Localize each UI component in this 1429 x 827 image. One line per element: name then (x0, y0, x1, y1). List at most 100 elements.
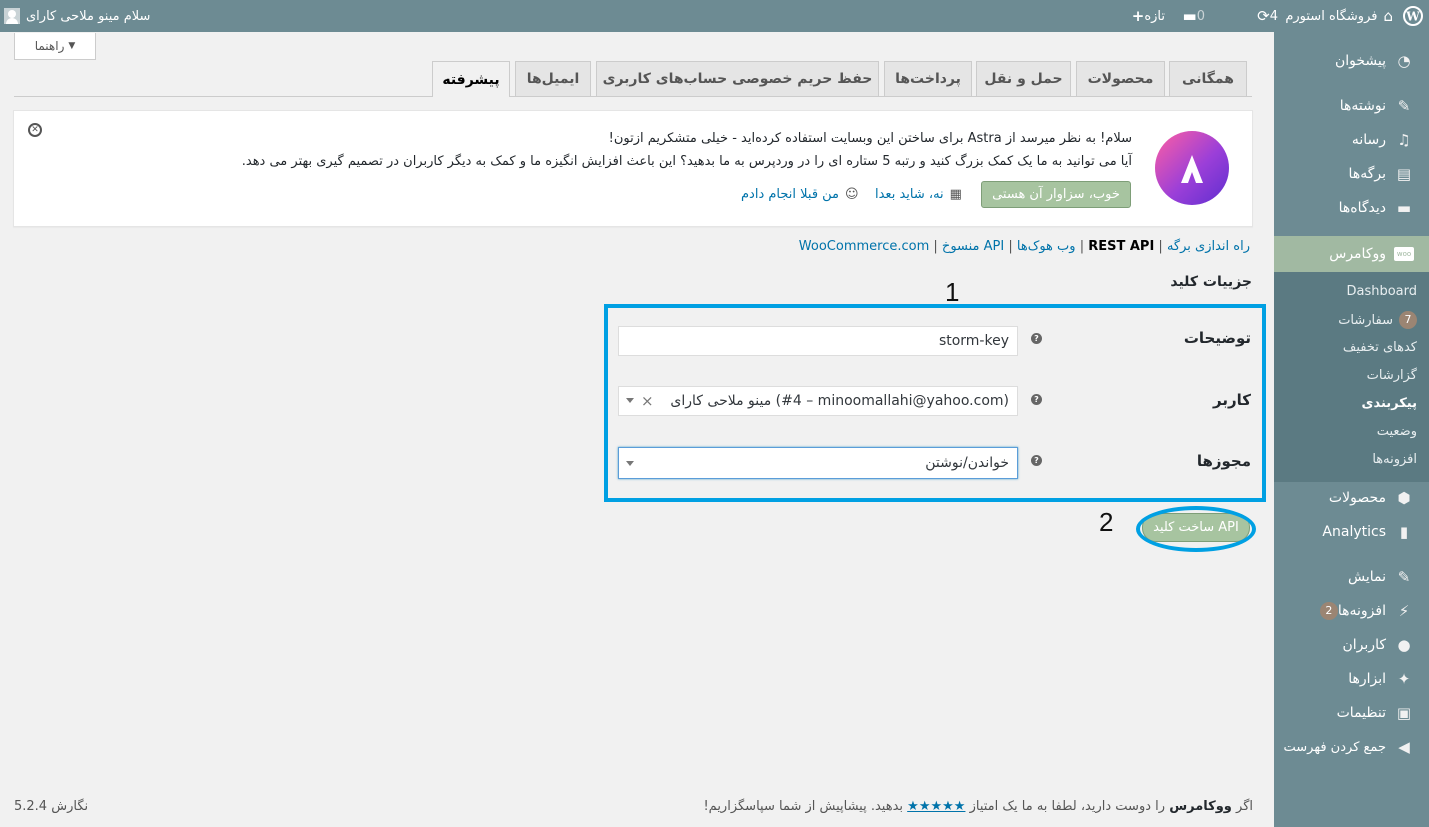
sidebar-item-comments[interactable]: دیدگاه‌ها ▬ (1274, 191, 1429, 225)
submenu-item-settings[interactable]: پیکربندی (1362, 396, 1417, 411)
comments-icon: ▬ (1396, 199, 1412, 217)
sidebar-item-woocommerce[interactable]: ووکامرس woo (1274, 236, 1429, 272)
clear-icon[interactable]: × (641, 392, 654, 410)
submenu-item-dashboard[interactable]: Dashboard (1346, 284, 1417, 299)
subnav-webhooks[interactable]: وب هوک‌ها (1017, 239, 1076, 254)
bar-chart-icon: ▮ (1399, 523, 1409, 541)
help-tip-icon[interactable]: ? (1031, 394, 1042, 405)
dashboard-icon: ◔ (1397, 52, 1411, 70)
permissions-label: مجوزها (1196, 452, 1251, 470)
site-name-link[interactable]: فروشگاه استورم ⌂ (1285, 0, 1393, 32)
footer-brand: ووکامرس (1169, 799, 1232, 814)
sidebar-item-appearance[interactable]: نمایش ✎ (1274, 560, 1429, 594)
help-tab-button[interactable]: راهنما ▼ (14, 33, 96, 60)
sidebar-item-label: کاربران (1342, 637, 1386, 653)
sidebar-item-label: محصولات (1328, 490, 1386, 506)
sidebar-item-label: افزونه‌ها (1337, 603, 1386, 619)
astra-rating-notice: ✕ سلام! به نظر میرسد از Astra برای ساختن… (13, 110, 1253, 227)
pages-icon: ▤ (1396, 165, 1412, 183)
collapse-menu-button[interactable]: جمع کردن فهرست ◀ (1274, 730, 1429, 764)
subnav-woocommerce-com[interactable]: WooCommerce.com (799, 239, 929, 254)
sidebar-item-users[interactable]: کاربران ● (1274, 628, 1429, 662)
user-value: مینو ملاحی کارای (#4 – minoomallahi@yaho… (670, 393, 1009, 409)
description-value: storm-key (938, 333, 1009, 349)
tab-products[interactable]: محصولات (1076, 61, 1165, 96)
subnav-rest-api[interactable]: REST API (1088, 239, 1154, 254)
submenu-item-extensions[interactable]: افزونه‌ها (1372, 452, 1417, 467)
submenu-item-reports[interactable]: گزارشات (1367, 368, 1417, 383)
sidebar-item-plugins[interactable]: 2 افزونه‌ها ⚡ (1274, 594, 1429, 628)
maybe-later-link[interactable]: نه، شاید بعدا ▦ (875, 187, 962, 202)
site-name: فروشگاه استورم (1285, 8, 1378, 24)
sidebar-item-settings[interactable]: تنظیمات ▣ (1274, 696, 1429, 730)
footer-suffix: بدهید. پیشاپیش از شما سپاسگزاریم! (703, 799, 904, 814)
subnav-legacy-api[interactable]: API منسوخ (942, 239, 1004, 254)
footer-rating-text: اگر ووکامرس را دوست دارید، لطفا به ما یک… (703, 799, 1253, 814)
sidebar-item-pages[interactable]: برگه‌ها ▤ (1274, 157, 1429, 191)
submenu-item-status[interactable]: وضعیت (1377, 424, 1417, 439)
sidebar-item-products[interactable]: محصولات ⬢ (1274, 481, 1429, 515)
updates-count: 4 (1269, 8, 1278, 24)
description-label: توضیحات (1183, 329, 1251, 347)
calendar-icon: ▦ (949, 187, 962, 202)
sidebar-item-analytics[interactable]: Analytics ▮ (1274, 515, 1429, 549)
advanced-subnav: راه اندازی برگه | REST API | وب هوک‌ها |… (798, 239, 1250, 254)
tab-advanced[interactable]: پیشرفته (432, 61, 510, 97)
help-tip-icon[interactable]: ? (1031, 455, 1042, 466)
tab-payments[interactable]: پرداخت‌ها (884, 61, 972, 96)
sidebar-item-posts[interactable]: نوشته‌ها ✎ (1274, 89, 1429, 123)
comments-count: 0 (1196, 8, 1205, 24)
submenu-item-label: سفارشات (1338, 312, 1393, 328)
updates-link[interactable]: ⟳ 4 (1252, 0, 1278, 32)
chevron-down-icon (626, 398, 634, 403)
sidebar-item-dashboard[interactable]: پیشخوان ◔ (1274, 44, 1429, 78)
home-icon: ⌂ (1383, 6, 1393, 25)
plugins-count-badge: 2 (1319, 602, 1338, 620)
greeting: سلام مینو ملاحی کارای (26, 8, 151, 24)
subnav-page-setup[interactable]: راه اندازی برگه (1167, 239, 1250, 254)
footer-prefix: اگر (1236, 799, 1253, 814)
tab-general[interactable]: همگانی (1169, 61, 1247, 96)
sidebar-item-label: جمع کردن فهرست (1283, 739, 1386, 755)
chevron-down-icon (626, 461, 634, 466)
astra-logo (1155, 131, 1229, 205)
already-did-link[interactable]: من قبلا انجام دادم ☺ (741, 187, 859, 202)
settings-tabs: همگانی محصولات حمل و نقل پرداخت‌ها حفظ ح… (14, 61, 1252, 97)
my-account-link[interactable]: سلام مینو ملاحی کارای (4, 0, 150, 32)
submenu-item-coupons[interactable]: کدهای تخفیف (1343, 340, 1417, 355)
sidebar-item-label: ابزارها (1348, 671, 1386, 687)
sidebar-item-label: پیشخوان (1334, 53, 1386, 69)
new-content-link[interactable]: + تازه (1126, 0, 1165, 32)
sidebar-item-media[interactable]: رسانه ♫ (1274, 123, 1429, 157)
submenu-item-orders[interactable]: سفارشات 7 (1338, 311, 1417, 329)
user-select[interactable]: مینو ملاحی کارای (#4 – minoomallahi@yaho… (618, 386, 1018, 416)
media-icon: ♫ (1397, 131, 1411, 149)
footer-middle: را دوست دارید، لطفا به ما یک امتیاز (969, 799, 1166, 814)
comments-link[interactable]: ▬ 0 (1178, 0, 1205, 32)
close-icon[interactable]: ✕ (28, 123, 42, 137)
plugin-icon: ⚡ (1398, 602, 1410, 620)
sidebar-item-tools[interactable]: ابزارها ✦ (1274, 662, 1429, 696)
plus-icon: + (1131, 6, 1145, 25)
sidebar-item-label: دیدگاه‌ها (1338, 200, 1386, 216)
rate-button[interactable]: خوب، سزاوار آن هستی (981, 181, 1131, 208)
permissions-select[interactable]: خواندن/نوشتن (618, 447, 1018, 479)
woocommerce-icon: woo (1394, 247, 1414, 261)
rating-stars-link[interactable]: ★★★★★ (907, 799, 965, 814)
box-icon: ⬢ (1397, 489, 1411, 507)
woocommerce-submenu: Dashboard سفارشات 7 کدهای تخفیف گزارشات … (1274, 272, 1429, 482)
sidebar-item-label: ووکامرس (1329, 246, 1386, 262)
wordpress-logo-icon[interactable]: W (1403, 0, 1423, 32)
tab-privacy[interactable]: حفظ حریم خصوصی حساب‌های کاربری (596, 61, 879, 96)
annotation-highlight-ellipse (1136, 506, 1256, 552)
admin-sidebar: پیشخوان ◔ نوشته‌ها ✎ رسانه ♫ برگه‌ها ▤ د… (1274, 32, 1429, 827)
user-label: کاربر (1213, 391, 1251, 409)
help-tip-icon[interactable]: ? (1031, 333, 1042, 344)
annotation-number-2: 2 (1099, 507, 1114, 537)
tab-shipping[interactable]: حمل و نقل (976, 61, 1071, 96)
page-title: جزییات کلید (1170, 274, 1252, 290)
wrench-icon: ✦ (1397, 670, 1411, 688)
footer-version: نگارش 5.2.4 (14, 799, 89, 814)
description-input[interactable]: storm-key (618, 326, 1018, 356)
tab-emails[interactable]: ایمیل‌ها (515, 61, 591, 96)
